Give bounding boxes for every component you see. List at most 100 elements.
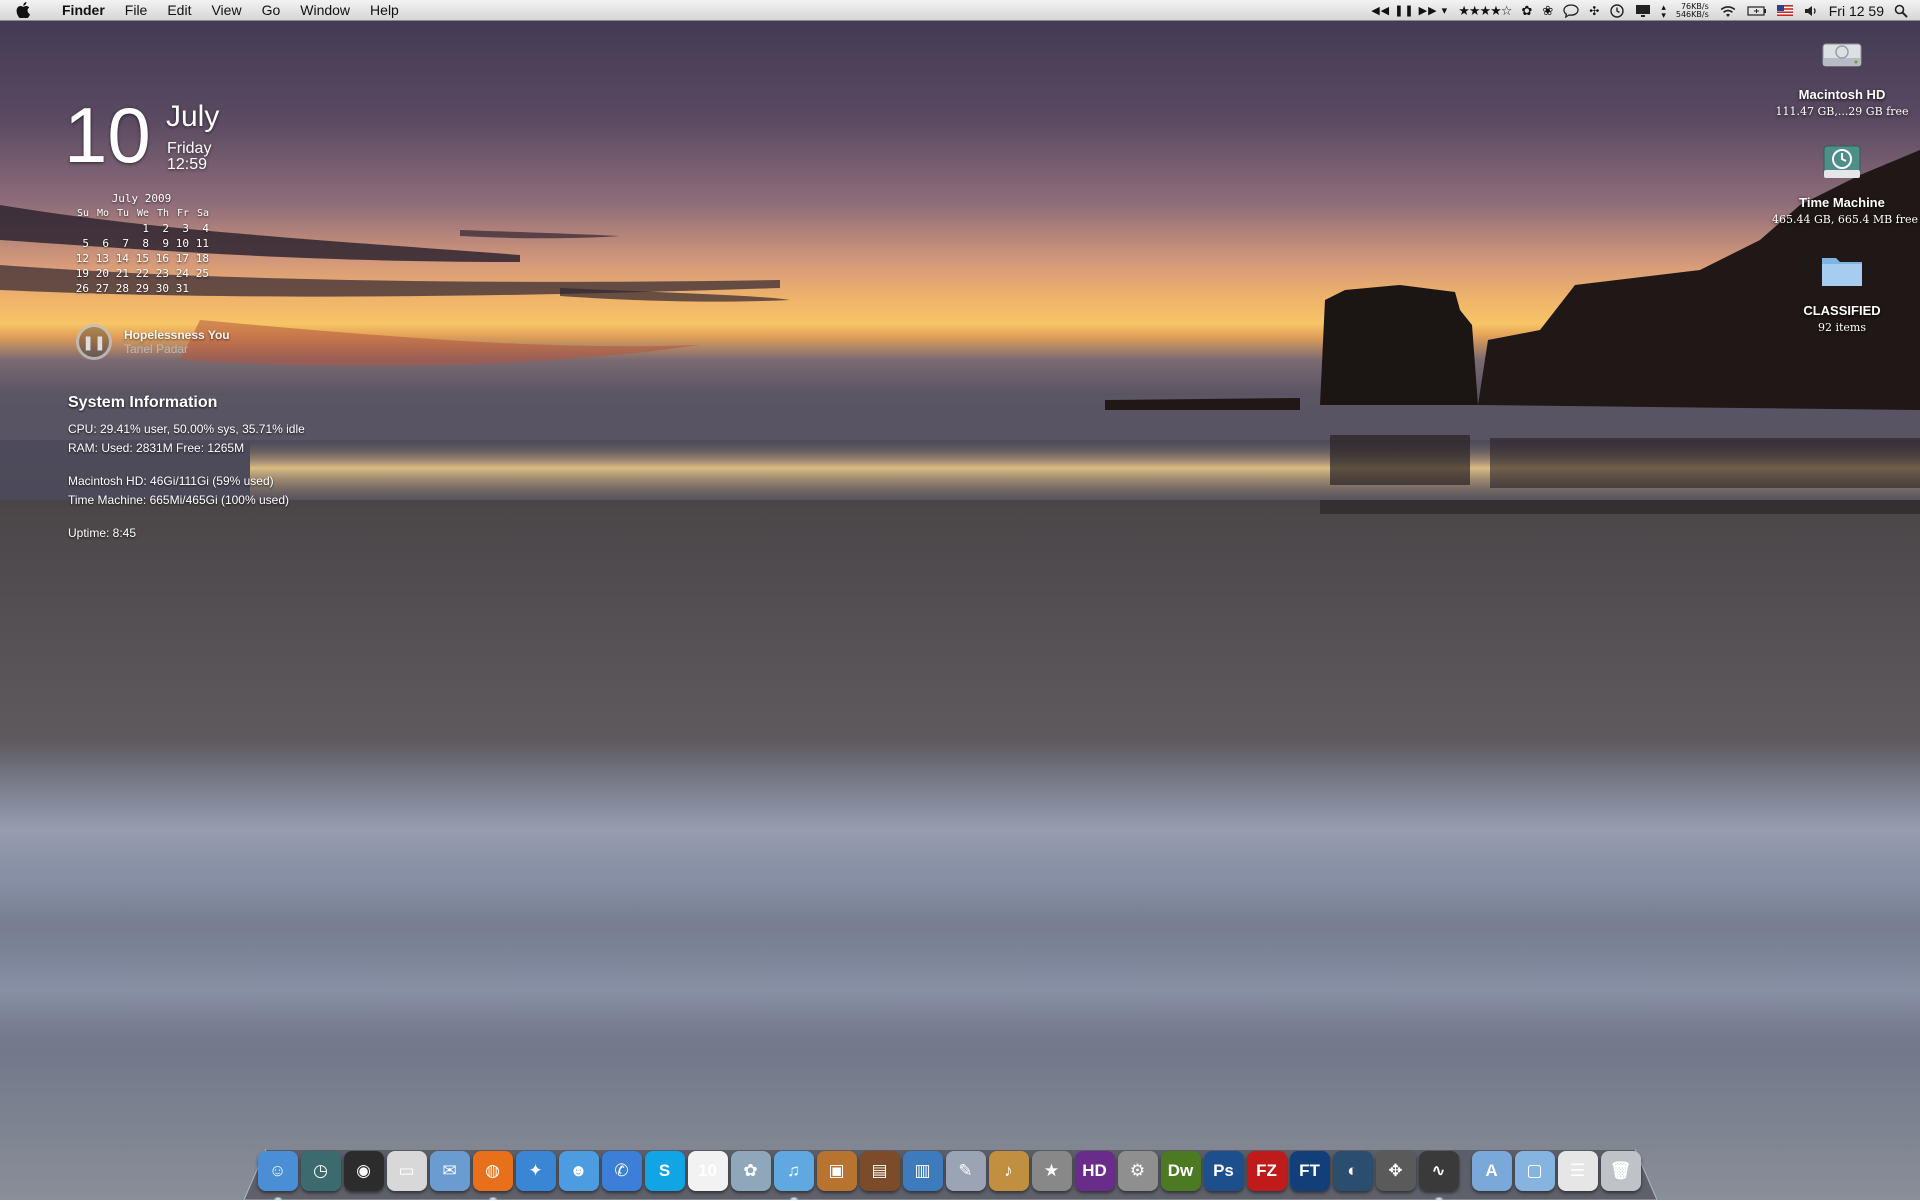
growl-icon[interactable]: ✿: [1521, 3, 1532, 19]
menu-help[interactable]: Help: [360, 0, 409, 21]
desktop-icon-label: Time Machine: [1799, 195, 1885, 210]
folder-icon: [1822, 258, 1862, 286]
network-arrows-icon[interactable]: ▴ ▾: [1661, 2, 1666, 19]
time-machine-icon[interactable]: ◷: [300, 1151, 341, 1191]
finder-icon[interactable]: ☺: [257, 1151, 298, 1201]
numbers-icon[interactable]: ▥: [902, 1151, 943, 1191]
us-flag-icon[interactable]: [1776, 5, 1793, 16]
firefox-icon[interactable]: ◍: [472, 1151, 513, 1201]
dvd-player-hd-icon[interactable]: HD: [1074, 1151, 1115, 1191]
dock-icon-glyph: ◐: [1347, 1161, 1358, 1180]
dreamweaver-icon[interactable]: Dw: [1160, 1151, 1201, 1191]
running-indicator: [273, 1197, 282, 1201]
calendar-day: 11: [195, 237, 209, 250]
display-icon[interactable]: [1635, 4, 1651, 18]
garageband-icon[interactable]: ♪: [988, 1151, 1029, 1191]
calendar-day: 17: [175, 252, 189, 265]
track-artist: Tanel Padar: [124, 342, 189, 356]
dock-icon-glyph: ✥: [1388, 1161, 1403, 1180]
dock-icon-glyph: ✦: [528, 1161, 543, 1180]
trash-icon[interactable]: 🗑: [1600, 1151, 1641, 1191]
calendar-day: 10: [175, 237, 189, 250]
apple-logo-icon[interactable]: [16, 2, 38, 18]
dock-icon-glyph: ▤: [871, 1161, 888, 1180]
applications-folder-icon[interactable]: A: [1471, 1151, 1512, 1191]
script-editor-icon[interactable]: ✎: [945, 1151, 986, 1191]
ichat-buddies-icon[interactable]: ☻: [558, 1151, 599, 1191]
calendar-weekday-header: We: [136, 208, 149, 219]
hard-drive-icon: [1822, 43, 1862, 67]
printer-icon[interactable]: ▭: [386, 1151, 427, 1191]
dock-separator[interactable]: [1460, 1145, 1470, 1191]
ical-icon[interactable]: 10: [687, 1151, 728, 1191]
dock-icon-glyph: ⚙: [1129, 1161, 1146, 1180]
calendar-day: 1: [142, 222, 149, 235]
iphoto-icon[interactable]: ✿: [730, 1151, 771, 1191]
dock-icon-glyph: 🗑: [1609, 1161, 1632, 1180]
rating-stars-icon[interactable]: ★★★★☆: [1458, 3, 1512, 19]
system-preferences-icon[interactable]: ⚙: [1117, 1151, 1158, 1191]
dashboard-icon[interactable]: ◉: [343, 1151, 384, 1191]
speech-bubble-icon[interactable]: [1563, 3, 1579, 18]
menu-edit[interactable]: Edit: [157, 0, 201, 21]
calendar-day: 14: [115, 252, 129, 265]
menu-go[interactable]: Go: [252, 0, 291, 21]
dock-icon-glyph: ☺: [268, 1161, 287, 1180]
imovie-icon[interactable]: ★: [1031, 1151, 1072, 1191]
dock-icon-glyph: ∿: [1431, 1161, 1446, 1180]
pause-button[interactable]: ❚❚: [76, 324, 112, 360]
ichat-icon[interactable]: ✆: [601, 1151, 642, 1191]
track-title: Hopelessness You: [124, 328, 230, 342]
battery-icon[interactable]: [1747, 5, 1767, 17]
calendar-day: [190, 281, 210, 296]
spotlight-icon[interactable]: [1894, 4, 1908, 18]
google-earth-icon[interactable]: ◐: [1332, 1151, 1373, 1191]
mail-icon[interactable]: ✉: [429, 1151, 470, 1191]
dock-icon-glyph: ✉: [442, 1161, 457, 1180]
desktop-icon-time-machine[interactable]: Time Machine 465.44 GB, 665.4 MB free: [1772, 138, 1918, 226]
wifi-icon[interactable]: [1719, 4, 1737, 18]
menu-file[interactable]: File: [115, 0, 158, 21]
calendar-day: 20: [95, 267, 109, 280]
calendar-weekday-header: Mo: [96, 208, 109, 219]
menu-finder[interactable]: Finder: [52, 0, 115, 21]
filezilla-icon[interactable]: FZ: [1246, 1151, 1287, 1191]
downloads-stack-icon[interactable]: ☰: [1557, 1151, 1598, 1191]
time-machine-drive-icon: [1823, 145, 1861, 178]
menu-view[interactable]: View: [201, 0, 251, 21]
volume-icon[interactable]: [1803, 4, 1819, 18]
dock-icon-glyph: FT: [1299, 1161, 1320, 1180]
desktop-icon-classified[interactable]: CLASSIFIED 92 items: [1772, 246, 1912, 334]
photoshop-icon[interactable]: Ps: [1203, 1151, 1244, 1191]
dock-icon-glyph: 10: [698, 1161, 717, 1180]
dock-icon-glyph: A: [1485, 1161, 1498, 1180]
skype-icon[interactable]: S: [644, 1151, 685, 1191]
keynote-icon[interactable]: ▤: [859, 1151, 900, 1191]
spaces-icon[interactable]: ✣: [1589, 4, 1599, 18]
calendar-day: 19: [75, 267, 89, 280]
paw-icon[interactable]: ❀: [1542, 3, 1553, 19]
dock-icon-glyph: ▢: [1526, 1161, 1543, 1180]
desktop-icon-macintosh-hd[interactable]: Macintosh HD 111.47 GB,...29 GB free: [1772, 30, 1912, 118]
cpu-usage: CPU: 29.41% user, 50.00% sys, 35.71% idl…: [68, 422, 305, 436]
calendar-day: 26: [75, 282, 89, 295]
calendar-day: 3: [182, 222, 189, 235]
itunes-controls[interactable]: ◀◀ ❚❚ ▶▶ ▾: [1371, 4, 1448, 17]
calendar-day: 23: [155, 267, 169, 280]
running-indicator: [1434, 1197, 1443, 1201]
calendar-day: 31: [175, 282, 189, 295]
itunes-icon[interactable]: ♫: [773, 1151, 814, 1201]
time-machine-menu-icon[interactable]: [1609, 3, 1625, 19]
full-tilt-poker-icon[interactable]: FT: [1289, 1151, 1330, 1191]
safari-icon[interactable]: ✦: [515, 1151, 556, 1191]
move-tool-icon[interactable]: ✥: [1375, 1151, 1416, 1191]
calendar-day: 2: [162, 222, 169, 235]
menu-window[interactable]: Window: [290, 0, 360, 21]
running-indicator: [488, 1197, 497, 1201]
calendar-weekday-header: Tu: [116, 208, 129, 219]
documents-folder-icon[interactable]: ▢: [1514, 1151, 1555, 1191]
image-capture-icon[interactable]: ▣: [816, 1151, 857, 1191]
menu-clock[interactable]: Fri 12 59: [1829, 3, 1884, 19]
calendar-grid: Su Mo Tu We Th Fr Sa 1 2 3 4 5 6 7 8 9 10 11 12 13 14 15 16 17 1…: [70, 206, 213, 296]
activity-monitor-icon[interactable]: ∿: [1418, 1151, 1459, 1201]
